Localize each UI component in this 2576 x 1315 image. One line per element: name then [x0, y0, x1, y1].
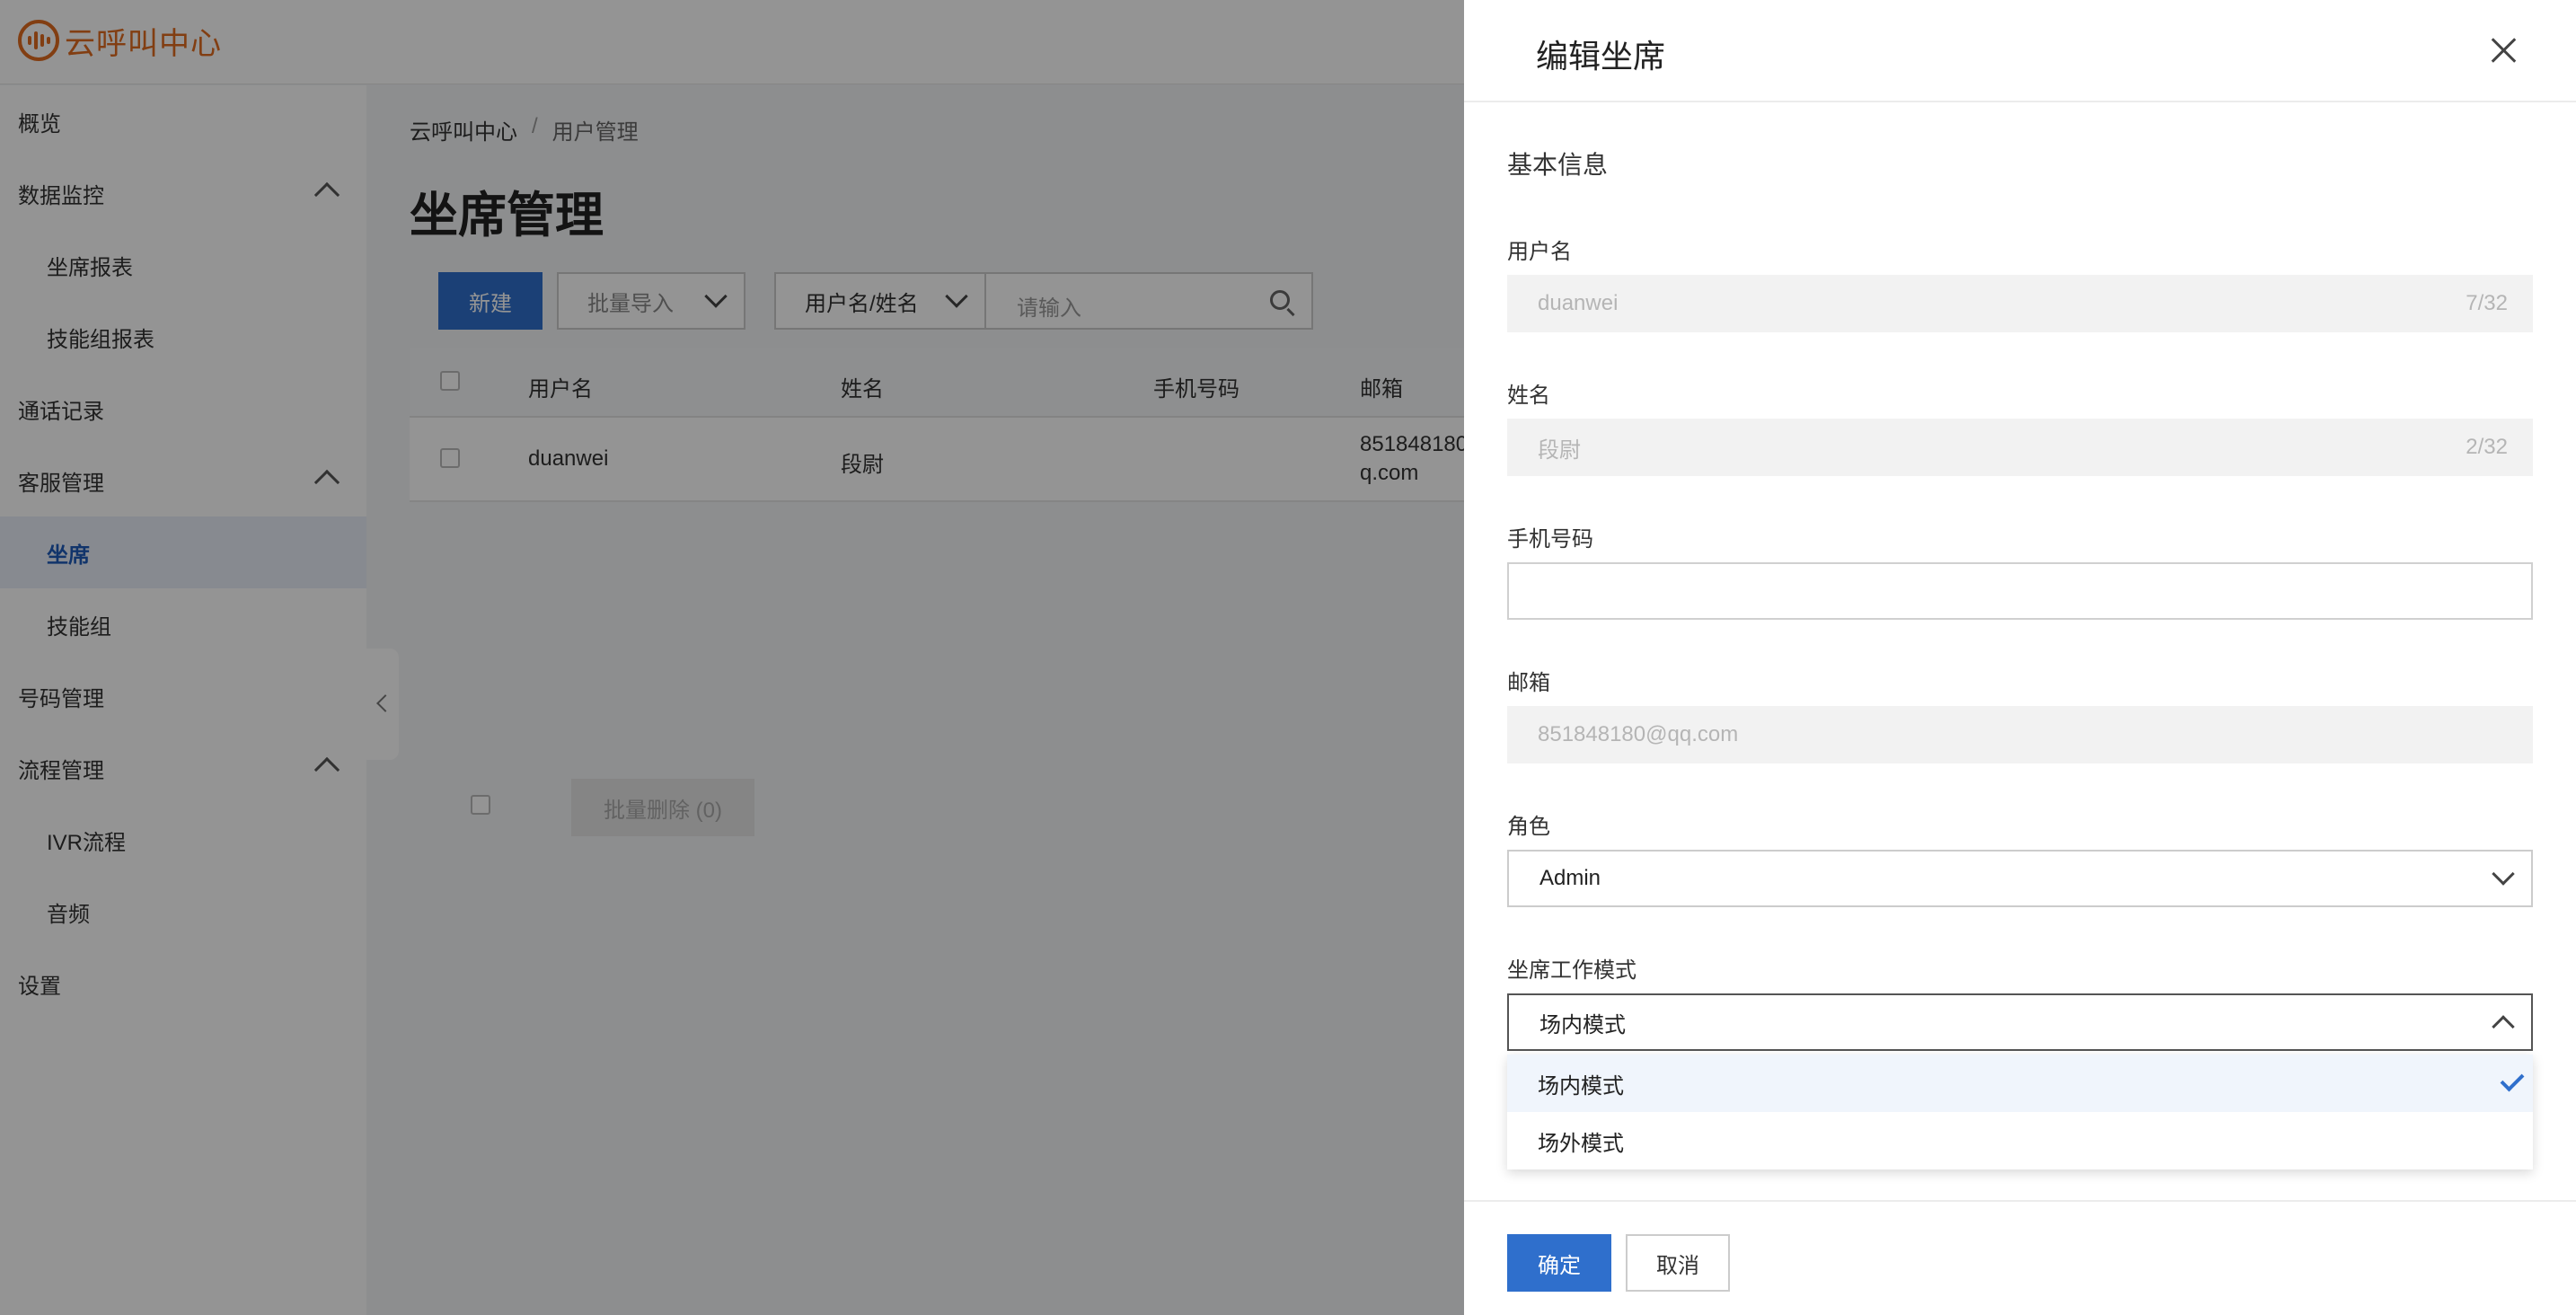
username-label: 用户名 [1507, 240, 1572, 264]
name-field: 段尉 2/32 [1507, 419, 2533, 476]
work-mode-option[interactable]: 场外模式 [1507, 1112, 2533, 1169]
work-mode-dropdown: 场内模式 场外模式 [1507, 1055, 2533, 1169]
username-value: duanwei [1538, 291, 1619, 315]
work-mode-option[interactable]: 场内模式 [1507, 1055, 2533, 1112]
work-mode-value: 场内模式 [1539, 1012, 1626, 1037]
drawer-title: 编辑坐席 [1536, 38, 1666, 75]
chevron-up-icon [2492, 1015, 2515, 1038]
option-label: 场内模式 [1538, 1073, 1624, 1099]
phone-label: 手机号码 [1507, 527, 1593, 552]
section-title: 基本信息 [1507, 151, 1609, 179]
username-char-count: 7/32 [2466, 291, 2508, 315]
drawer-header: 编辑坐席 [1464, 0, 2576, 102]
check-icon [2500, 1067, 2525, 1092]
role-value: Admin [1539, 866, 1601, 890]
close-icon[interactable] [2492, 38, 2517, 63]
work-mode-select[interactable]: 场内模式 [1507, 993, 2533, 1051]
option-label: 场外模式 [1538, 1131, 1624, 1156]
cancel-button[interactable]: 取消 [1626, 1234, 1730, 1292]
name-char-count: 2/32 [2466, 435, 2508, 459]
name-label: 姓名 [1507, 384, 1550, 408]
role-select[interactable]: Admin [1507, 850, 2533, 907]
name-value: 段尉 [1538, 437, 1581, 463]
email-value: 851848180@qq.com [1538, 722, 1739, 746]
confirm-button[interactable]: 确定 [1507, 1234, 1611, 1292]
email-label: 邮箱 [1507, 671, 1550, 695]
username-field: duanwei 7/32 [1507, 275, 2533, 332]
email-field: 851848180@qq.com [1507, 706, 2533, 763]
edit-agent-drawer: 编辑坐席 基本信息 用户名 duanwei 7/32 姓名 段尉 2/32 手机… [1464, 0, 2576, 1315]
chevron-down-icon [2492, 862, 2515, 886]
role-label: 角色 [1507, 815, 1550, 839]
phone-field[interactable] [1507, 562, 2533, 620]
drawer-footer: 确定 取消 [1464, 1200, 2576, 1315]
work-mode-label: 坐席工作模式 [1507, 958, 1636, 983]
